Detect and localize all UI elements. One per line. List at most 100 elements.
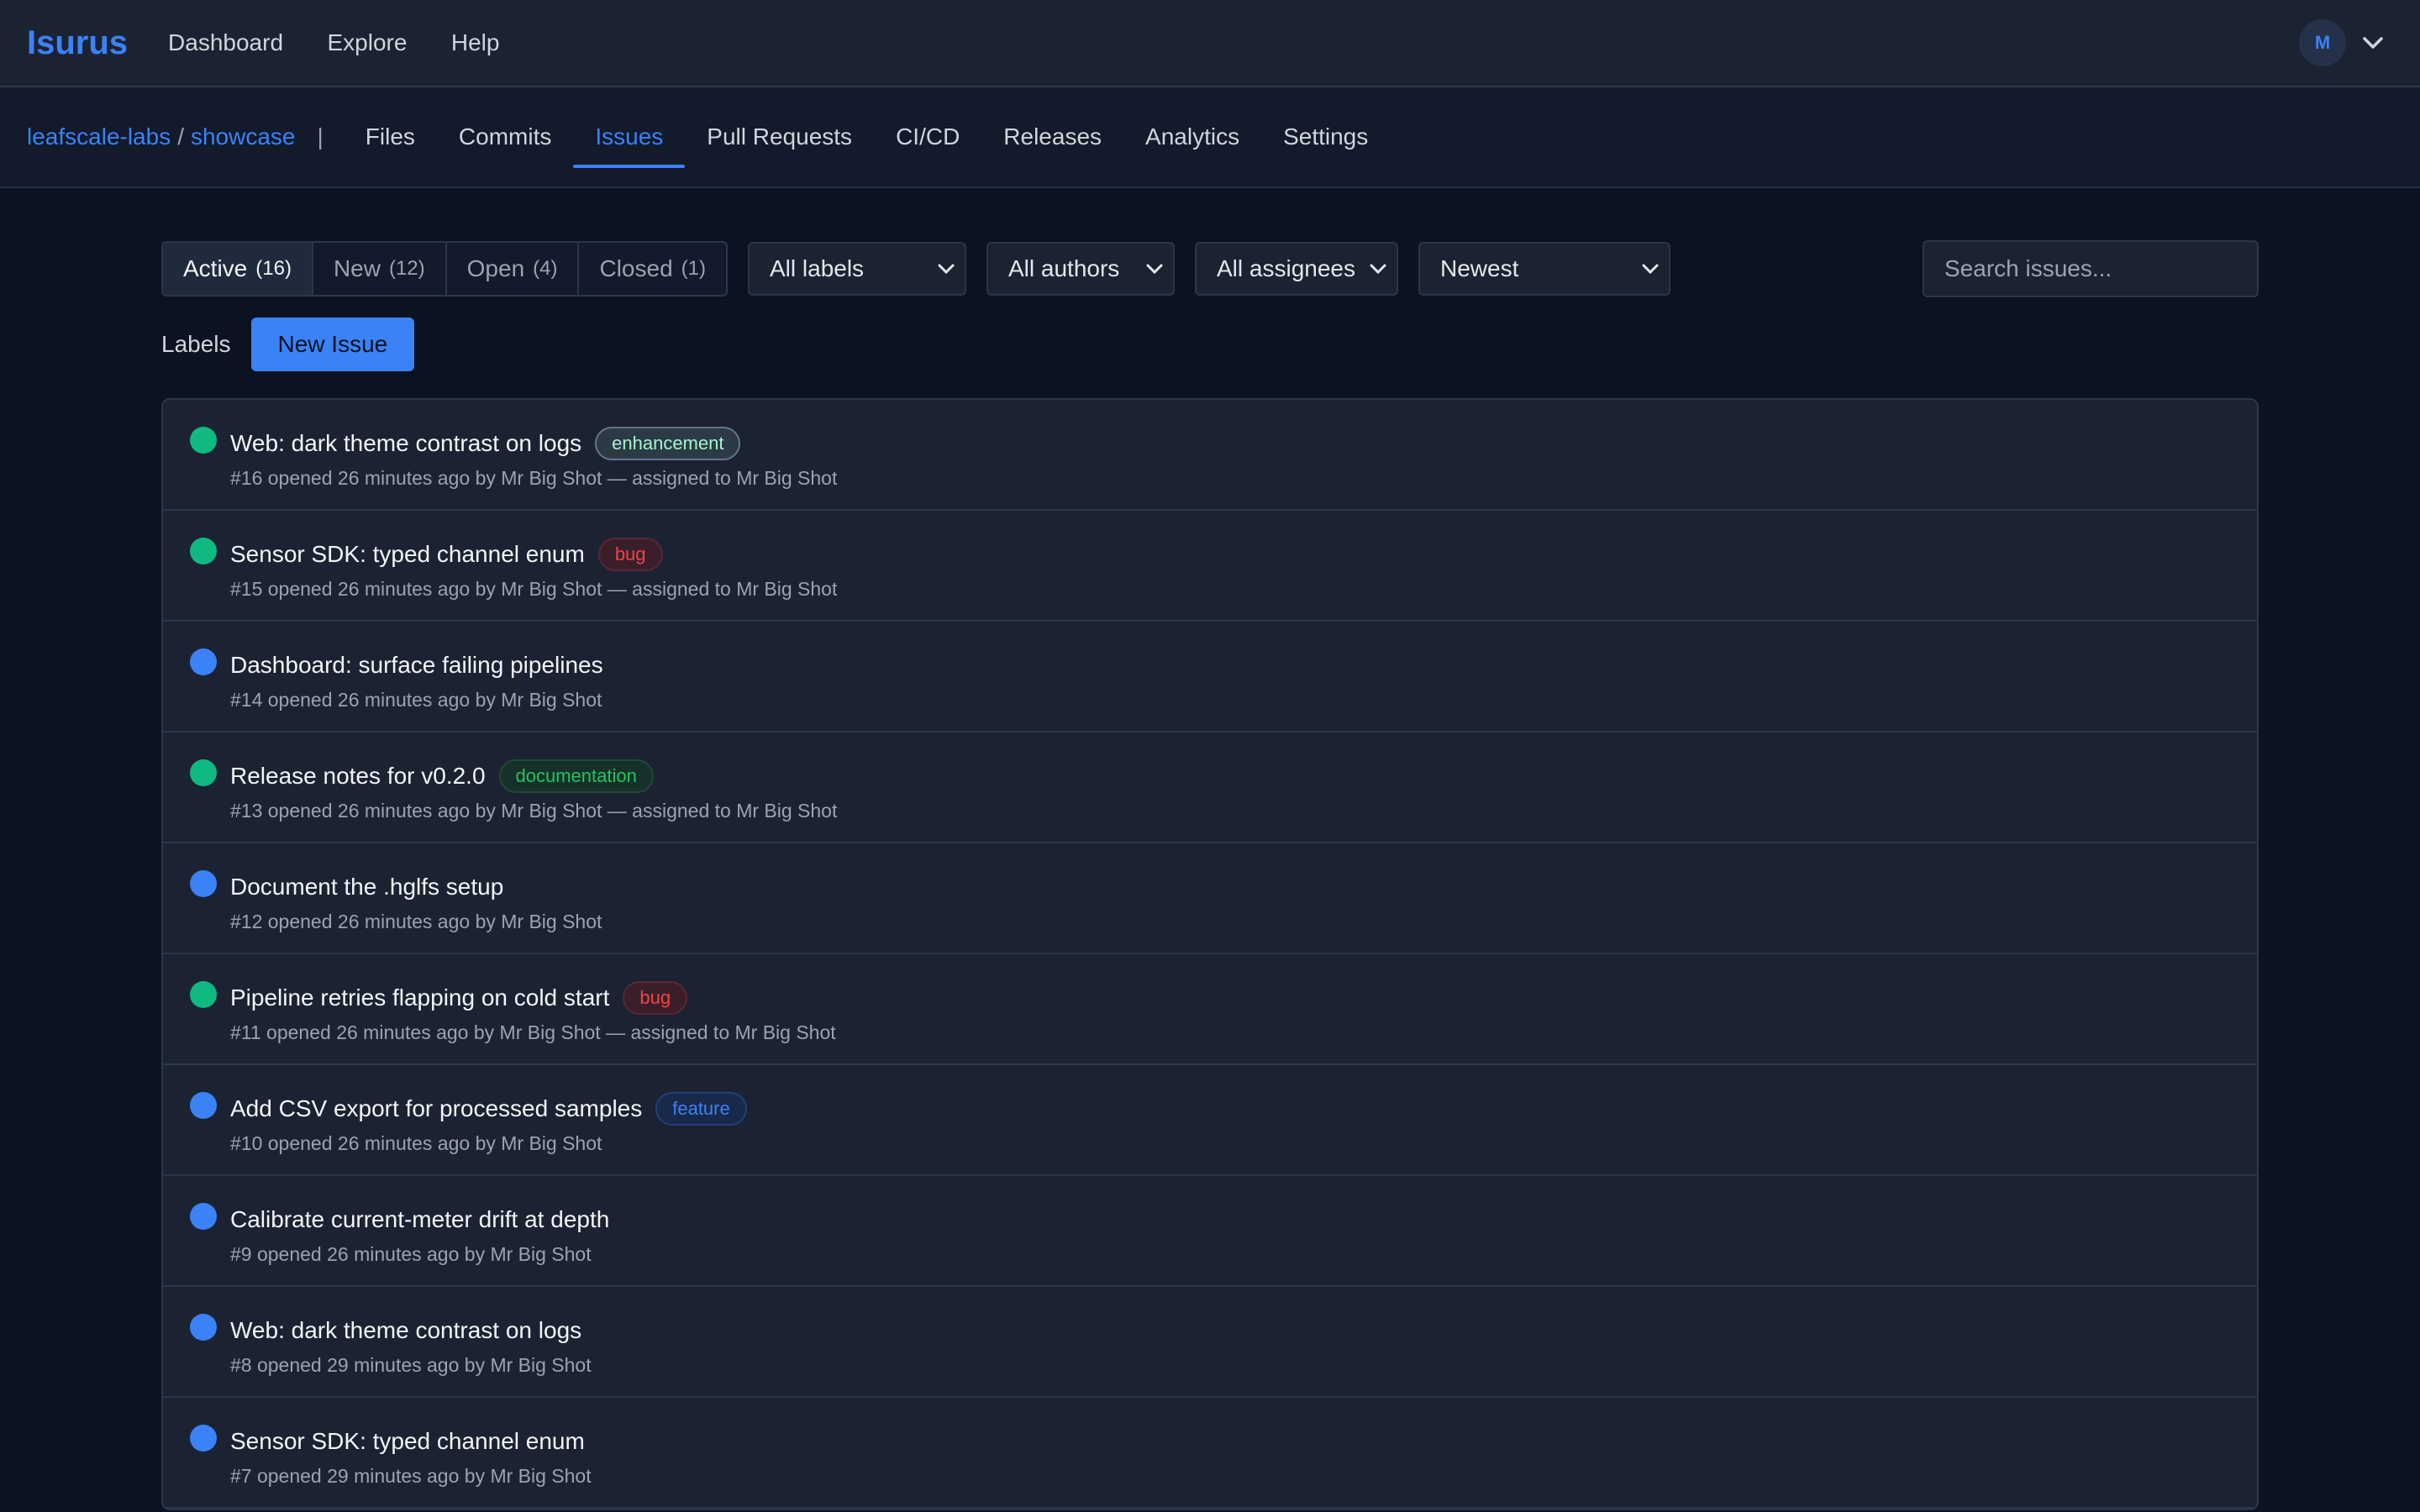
assignees-dropdown[interactable]: All assignees bbox=[1195, 242, 1398, 296]
filter-count: (4) bbox=[533, 257, 558, 280]
issue-row[interactable]: Web: dark theme contrast on logs #8 opene… bbox=[163, 1287, 2257, 1398]
issue-title[interactable]: Web: dark theme contrast on logs bbox=[230, 1317, 581, 1344]
status-filter: Active (16) New (12) Open (4) Closed (1) bbox=[161, 241, 728, 297]
issue-meta: #11 opened 26 minutes ago by Mr Big Shot… bbox=[230, 1021, 836, 1043]
sort-dropdown[interactable]: Newest bbox=[1418, 242, 1670, 296]
status-dot-icon bbox=[190, 648, 217, 675]
issue-row[interactable]: Sensor SDK: typed channel enum #7 opened … bbox=[163, 1398, 2257, 1509]
issue-title[interactable]: Release notes for v0.2.0 bbox=[230, 763, 486, 790]
issue-title-line: Add CSV export for processed samples feat… bbox=[230, 1090, 2257, 1127]
issue-row[interactable]: Pipeline retries flapping on cold start b… bbox=[163, 954, 2257, 1065]
new-issue-button[interactable]: New Issue bbox=[250, 318, 415, 371]
chevron-down-icon bbox=[1642, 264, 1659, 274]
tab-issues[interactable]: Issues bbox=[573, 87, 686, 186]
issue-meta: #13 opened 26 minutes ago by Mr Big Shot… bbox=[230, 800, 838, 822]
issue-title[interactable]: Sensor SDK: typed channel enum bbox=[230, 541, 585, 568]
issue-title-line: Release notes for v0.2.0 documentation bbox=[230, 758, 2257, 795]
issue-label-badge[interactable]: enhancement bbox=[595, 427, 741, 460]
issue-meta: #15 opened 26 minutes ago by Mr Big Shot… bbox=[230, 578, 838, 600]
filter-row: Active (16) New (12) Open (4) Closed (1)… bbox=[161, 240, 2259, 297]
issue-meta: #16 opened 26 minutes ago by Mr Big Shot… bbox=[230, 467, 838, 489]
issue-meta: #10 opened 26 minutes ago by Mr Big Shot bbox=[230, 1132, 602, 1154]
issue-meta: #7 opened 29 minutes ago by Mr Big Shot bbox=[230, 1465, 592, 1487]
issue-label-badge[interactable]: feature bbox=[655, 1092, 747, 1126]
issue-label-badge[interactable]: bug bbox=[597, 538, 663, 571]
issue-row[interactable]: Calibrate current-meter drift at depth #9… bbox=[163, 1176, 2257, 1287]
issue-label-badge[interactable]: bug bbox=[623, 981, 688, 1015]
status-dot-icon bbox=[190, 759, 217, 786]
repo-owner-link[interactable]: leafscale-labs bbox=[27, 123, 171, 150]
filter-new[interactable]: New (12) bbox=[313, 243, 447, 295]
filter-active[interactable]: Active (16) bbox=[163, 243, 313, 295]
status-dot-icon bbox=[190, 427, 217, 454]
nav-explore[interactable]: Explore bbox=[327, 29, 407, 55]
nav-dashboard[interactable]: Dashboard bbox=[168, 29, 283, 55]
filter-open[interactable]: Open (4) bbox=[447, 243, 580, 295]
issue-title[interactable]: Dashboard: surface failing pipelines bbox=[230, 652, 603, 679]
status-dot-icon bbox=[190, 981, 217, 1008]
status-dot-icon bbox=[190, 1425, 217, 1452]
authors-dropdown-value: All authors bbox=[1008, 255, 1120, 281]
issue-title-line: Web: dark theme contrast on logs bbox=[230, 1312, 2257, 1349]
issue-list: Web: dark theme contrast on logs enhancem… bbox=[161, 398, 2259, 1510]
issue-meta: #8 opened 29 minutes ago by Mr Big Shot bbox=[230, 1354, 592, 1376]
issue-title-line: Web: dark theme contrast on logs enhancem… bbox=[230, 425, 2257, 462]
breadcrumb-separator: / bbox=[177, 123, 184, 150]
brand-logo[interactable]: Isurus bbox=[27, 24, 128, 62]
search-input[interactable] bbox=[1944, 255, 2237, 282]
issue-title[interactable]: Web: dark theme contrast on logs bbox=[230, 430, 581, 457]
issue-title-line: Pipeline retries flapping on cold start b… bbox=[230, 979, 2257, 1016]
chevron-down-icon[interactable] bbox=[2360, 29, 2386, 56]
tab-pull-requests[interactable]: Pull Requests bbox=[685, 87, 874, 186]
tab-ci-cd[interactable]: CI/CD bbox=[874, 87, 981, 186]
tab-releases[interactable]: Releases bbox=[981, 87, 1123, 186]
issue-title-line: Sensor SDK: typed channel enum bbox=[230, 1423, 2257, 1460]
filter-label: Closed bbox=[599, 255, 673, 281]
status-dot-icon bbox=[190, 1092, 217, 1119]
user-menu[interactable]: M bbox=[2299, 19, 2386, 66]
avatar[interactable]: M bbox=[2299, 19, 2346, 66]
issue-title[interactable]: Pipeline retries flapping on cold start bbox=[230, 984, 609, 1011]
issue-title-line: Dashboard: surface failing pipelines bbox=[230, 647, 2257, 684]
top-nav: Dashboard Explore Help bbox=[168, 29, 539, 56]
issue-row[interactable]: Document the .hglfs setup #12 opened 26 m… bbox=[163, 843, 2257, 954]
filter-label: Open bbox=[466, 255, 525, 281]
issue-title[interactable]: Document the .hglfs setup bbox=[230, 874, 503, 900]
chevron-down-icon bbox=[1146, 264, 1163, 274]
issue-row[interactable]: Add CSV export for processed samples feat… bbox=[163, 1065, 2257, 1176]
issue-title[interactable]: Sensor SDK: typed channel enum bbox=[230, 1428, 585, 1455]
tab-files[interactable]: Files bbox=[344, 87, 437, 186]
status-dot-icon bbox=[190, 1203, 217, 1230]
repo-name-link[interactable]: showcase bbox=[191, 123, 296, 150]
top-bar: Isurus Dashboard Explore Help M bbox=[0, 0, 2420, 87]
issue-meta: #12 opened 26 minutes ago by Mr Big Shot bbox=[230, 911, 602, 932]
issue-row[interactable]: Sensor SDK: typed channel enum bug #15 ope… bbox=[163, 511, 2257, 622]
status-dot-icon bbox=[190, 1314, 217, 1341]
labels-dropdown[interactable]: All labels bbox=[748, 242, 966, 296]
sort-dropdown-value: Newest bbox=[1440, 255, 1519, 281]
labels-dropdown-value: All labels bbox=[770, 255, 865, 281]
issue-row[interactable]: Release notes for v0.2.0 documentation #13… bbox=[163, 732, 2257, 843]
action-row: Labels New Issue bbox=[161, 318, 2259, 371]
nav-help[interactable]: Help bbox=[451, 29, 500, 55]
labels-link[interactable]: Labels bbox=[161, 331, 231, 358]
tab-analytics[interactable]: Analytics bbox=[1123, 87, 1261, 186]
breadcrumb: leafscale-labs / showcase | bbox=[27, 123, 344, 150]
tab-commits[interactable]: Commits bbox=[437, 87, 573, 186]
authors-dropdown[interactable]: All authors bbox=[986, 242, 1175, 296]
issue-title-line: Document the .hglfs setup bbox=[230, 869, 2257, 906]
issue-title[interactable]: Add CSV export for processed samples bbox=[230, 1095, 642, 1122]
issue-title-line: Sensor SDK: typed channel enum bug bbox=[230, 536, 2257, 573]
issue-row[interactable]: Dashboard: surface failing pipelines #14 … bbox=[163, 622, 2257, 732]
issue-label-badge[interactable]: documentation bbox=[498, 759, 654, 793]
tab-settings[interactable]: Settings bbox=[1261, 87, 1390, 186]
issue-row[interactable]: Web: dark theme contrast on logs enhancem… bbox=[163, 400, 2257, 511]
filter-label: Active bbox=[183, 255, 248, 281]
filter-closed[interactable]: Closed (1) bbox=[579, 243, 726, 295]
issues-page: Active (16) New (12) Open (4) Closed (1)… bbox=[161, 240, 2259, 1510]
repo-bar: leafscale-labs / showcase | Files Commit… bbox=[0, 87, 2420, 188]
filter-label: New bbox=[333, 255, 381, 281]
issue-title[interactable]: Calibrate current-meter drift at depth bbox=[230, 1206, 609, 1233]
search-box[interactable] bbox=[1923, 240, 2259, 297]
filter-count: (16) bbox=[255, 257, 292, 280]
